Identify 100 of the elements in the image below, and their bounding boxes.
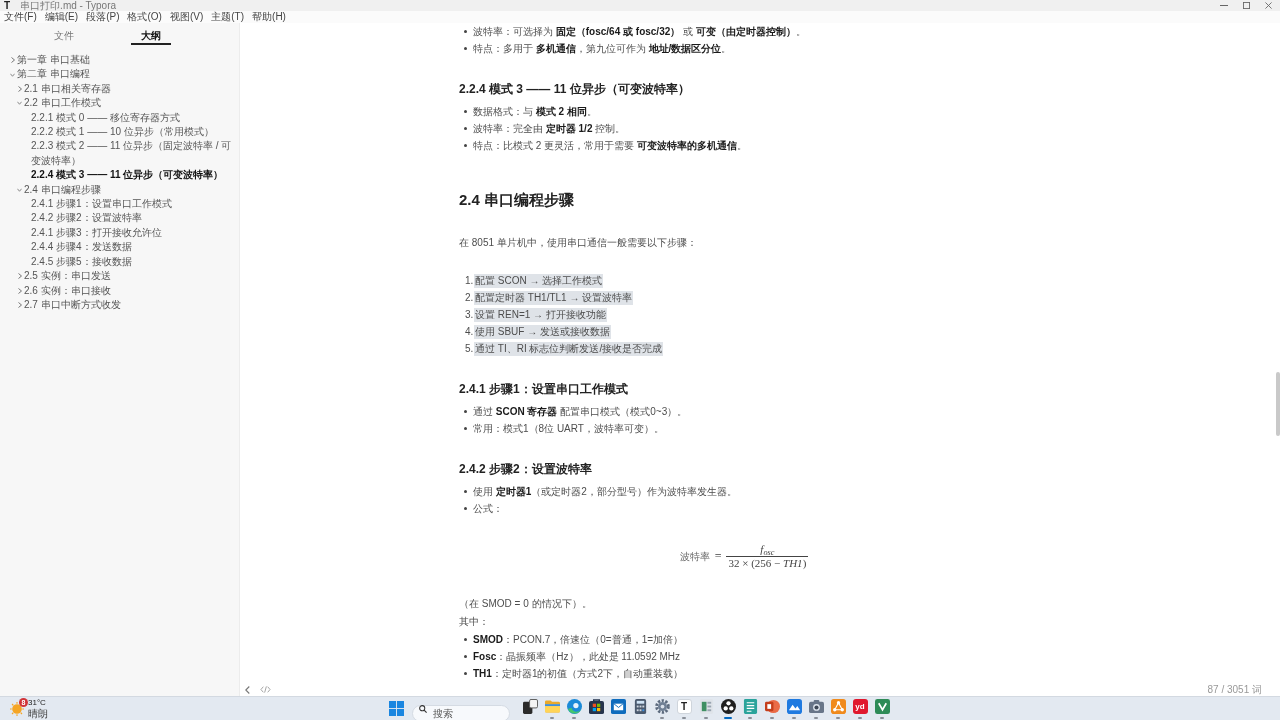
outline-item[interactable]: 2.6 实例：串口接收 (17, 283, 111, 298)
list-item: 使用 定时器1（或定时器2，部分型号）作为波特率发生器。 (473, 485, 737, 499)
outline-item[interactable]: 2.2.3 模式 2 —— 11 位异步（固定波特率 / 可变波特率） (31, 139, 234, 169)
app-icon[interactable]: yd (852, 699, 868, 714)
fraction-numerator: f$_{osc}$ (759, 542, 776, 556)
heading: 2.4.2 步骤2：设置波特率 (459, 461, 592, 478)
chevron-right-icon[interactable] (17, 86, 22, 92)
chevron-down-icon[interactable] (17, 101, 22, 106)
circle-dots-icon[interactable] (720, 699, 736, 714)
menu-item[interactable]: 视图(V) (168, 11, 205, 23)
mail-icon[interactable] (610, 699, 626, 714)
menu-item[interactable]: 主题(T) (210, 11, 246, 23)
menu-item[interactable]: 格式(O) (126, 11, 163, 23)
chevron-left-icon[interactable] (245, 685, 250, 694)
outline-item[interactable]: 第二章 串口编程 (10, 67, 90, 82)
sun-icon[interactable] (10, 701, 24, 716)
list-number: 1. (465, 274, 474, 288)
settings-icon[interactable] (654, 699, 670, 714)
outline-item[interactable]: 2.4.1 步骤3：打开接收允许位 (31, 225, 162, 241)
list-item: 特点：比模式 2 更灵活，常用于需要 可变波特率的多机通信。 (473, 139, 747, 153)
camera-icon[interactable] (808, 699, 824, 714)
scrollbar-thumb[interactable] (1276, 372, 1280, 436)
list-item: 通过 SCON 寄存器 配置串口模式（模式0~3）。 (473, 405, 688, 419)
nodes-icon[interactable] (830, 699, 846, 714)
outline-item[interactable]: 2.4 串口编程步骤 (17, 182, 101, 198)
chevron-right-icon[interactable] (17, 287, 22, 294)
outline-item[interactable]: 2.2 串口工作模式 (17, 96, 101, 111)
chevron-down-icon[interactable] (17, 187, 22, 192)
bullet-icon (464, 672, 467, 675)
store-icon[interactable] (588, 699, 604, 714)
bullet-icon (464, 427, 467, 430)
bullet-icon (464, 410, 467, 413)
outline-item[interactable]: 2.4.2 步骤2：设置波特率 (31, 211, 142, 226)
list-item: 公式： (473, 502, 503, 516)
sidebar-tab[interactable]: 大纲 (130, 29, 171, 45)
list-item: 数据格式：与 模式 2 相同。 (473, 105, 597, 119)
chevron-right-icon[interactable] (17, 273, 22, 280)
search-icon (419, 704, 427, 713)
outline-item[interactable]: 第一章 串口基础 (10, 53, 90, 68)
list-item: TH1：定时器1的初值（方式2下，自动重装载） (473, 667, 684, 681)
paragraph: 其中： (459, 615, 489, 629)
menu-item[interactable]: 帮助(H) (251, 11, 287, 23)
close-icon[interactable] (1265, 2, 1272, 9)
outline-item[interactable]: 2.2.1 模式 0 —— 移位寄存器方式 (31, 110, 180, 126)
calculator-icon[interactable] (632, 699, 648, 714)
menu-item[interactable]: 编辑(E) (43, 11, 80, 23)
temperature-text: 31°C (28, 698, 47, 708)
list-item: SMOD：PCON.7，倍速位（0=普通，1=加倍） (473, 633, 684, 647)
weather-condition: 晴朗 (28, 708, 48, 719)
bullet-icon (464, 507, 467, 510)
formula-label: 波特率 (679, 549, 710, 564)
menu-item[interactable]: 段落(P) (85, 11, 121, 23)
window-title: 串口打印.md - Typora (20, 0, 117, 11)
list-item: 波特率：可选择为 固定（fosc/64 或 fosc/32） 或 可变（由定时器控制）。 (473, 25, 806, 39)
chevron-tile-icon[interactable] (874, 699, 890, 714)
outline-item[interactable]: 2.4.5 步骤5：接收数据 (31, 254, 132, 270)
notepad-icon[interactable] (742, 699, 758, 714)
outline-item[interactable]: 2.4.1 步骤1：设置串口工作模式 (31, 197, 172, 212)
browser-icon[interactable] (566, 699, 582, 714)
heading: 2.4 串口编程步骤 (459, 190, 575, 210)
list-item: 配置 SCON → 选择工作模式 (474, 273, 604, 288)
bullet-icon (464, 110, 467, 113)
bullet-icon (464, 127, 467, 130)
list-number: 5. (465, 342, 474, 356)
bullet-icon (464, 655, 467, 658)
document-icon[interactable] (698, 699, 714, 714)
sidebar-tab[interactable]: 文件 (43, 29, 84, 45)
four-squares-icon[interactable] (388, 701, 404, 716)
search-field[interactable]: 搜索 (412, 705, 510, 720)
paragraph: 在 8051 单片机中，使用串口通信一般需要以下步骤： (459, 236, 697, 250)
app-icon[interactable]: T (676, 699, 692, 714)
list-item: 设置 REN=1 → 打开接收功能 (474, 307, 607, 322)
fraction-denominator: 32 × (256 − TH1) (727, 556, 808, 570)
bullet-icon (464, 638, 467, 641)
list-item: 使用 SBUF → 发送或接收数据 (474, 324, 611, 339)
outline-item[interactable]: 2.1 串口相关寄存器 (17, 81, 111, 97)
outline-item[interactable]: 2.5 实例：串口发送 (17, 269, 111, 284)
heading: 2.2.4 模式 3 —— 11 位异步（可变波特率） (459, 81, 690, 98)
chevron-down-icon[interactable] (10, 72, 15, 77)
mountain-icon[interactable] (786, 699, 802, 714)
list-item: 常用：模式1（8位 UART，波特率可变）。 (473, 422, 664, 436)
code-icon[interactable] (260, 686, 271, 693)
outline-item[interactable]: 2.4.4 步骤4：发送数据 (31, 240, 132, 255)
menu-item[interactable]: 文件(F) (3, 11, 38, 23)
slides-icon[interactable] (764, 699, 780, 714)
list-item: Fosc：晶振频率（Hz），此处是 11.0592 MHz (473, 650, 681, 664)
chevron-right-icon[interactable] (17, 302, 22, 309)
heading: 2.4.1 步骤1：设置串口工作模式 (459, 381, 628, 398)
app-icon: T (4, 0, 11, 11)
chevron-right-icon[interactable] (10, 57, 15, 64)
list-number: 2. (465, 291, 474, 305)
outline-item[interactable]: 2.2.4 模式 3 —— 11 位异步（可变波特率） (31, 168, 224, 183)
task-view-icon[interactable] (522, 699, 538, 714)
maximize-icon[interactable] (1243, 2, 1250, 9)
folder-icon[interactable] (544, 699, 560, 714)
outline-item[interactable]: 2.2.2 模式 1 —— 10 位异步（常用模式） (31, 125, 214, 140)
outline-item[interactable]: 2.7 串口中断方式收发 (17, 297, 121, 313)
list-item: 通过 TI、RI 标志位判断发送/接收是否完成 (474, 341, 664, 356)
list-number: 4. (465, 325, 474, 339)
equals-sign: = (714, 548, 722, 565)
